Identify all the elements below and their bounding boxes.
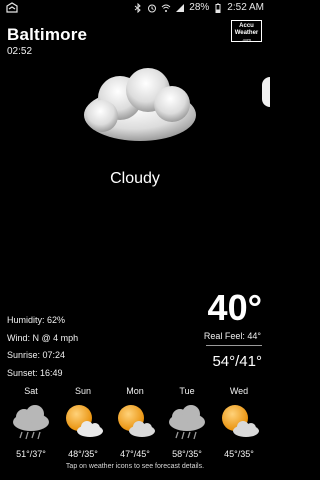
city-name[interactable]: Baltimore <box>7 25 87 45</box>
edge-panel-handle[interactable] <box>262 77 270 107</box>
partly-sunny-icon[interactable] <box>59 402 107 442</box>
cloud-icon[interactable] <box>74 60 206 152</box>
battery-percent: 28% <box>189 2 210 13</box>
sunrise: Sunrise: 07:24 <box>7 350 66 360</box>
divider <box>206 345 262 346</box>
accuweather-logo-line3: .com <box>242 37 251 42</box>
high-low: 54°/41° <box>212 353 262 370</box>
forecast-hint: Tap on weather icons to see forecast det… <box>65 463 205 470</box>
forecast-day-name: Wed <box>229 386 249 396</box>
status-icons: 28% 2:52 AM <box>133 2 264 14</box>
forecast-range: 48°/35° <box>68 449 98 459</box>
notification-icon <box>6 2 18 13</box>
bluetooth-icon <box>134 3 142 13</box>
forecast-day[interactable]: Mon 47°/45° <box>110 385 160 459</box>
accuweather-logo-line2: Weather <box>234 30 259 36</box>
forecast-day-name: Mon <box>126 386 144 396</box>
forecast-day-name: Tue <box>179 386 195 396</box>
forecast-range: 58°/35° <box>172 449 202 459</box>
weather-details: Humidity: 62% Wind: N @ 4 mph Sunrise: 0… <box>7 312 78 382</box>
forecast-day[interactable]: Wed 45°/35° <box>214 385 264 459</box>
real-feel: Real Feel: 44° <box>203 331 261 341</box>
forecast-day[interactable]: Sat 51°/37° <box>6 385 56 459</box>
condition-text: Cloudy <box>110 170 160 187</box>
forecast-range: 47°/45° <box>120 449 150 459</box>
forecast-day-name: Sun <box>74 386 91 396</box>
forecast-range: 51°/37° <box>16 449 46 459</box>
current-temperature: 40° <box>207 287 262 328</box>
weather-screen: 28% 2:52 AM Baltimore 02:52 Accu Weather… <box>0 0 270 480</box>
local-time: 02:52 <box>7 46 33 57</box>
sunset: Sunset: 16:49 <box>7 367 63 378</box>
rain-cloud-icon[interactable] <box>7 402 55 442</box>
accuweather-logo-line1: Accu <box>239 23 254 29</box>
partly-sunny-icon[interactable] <box>111 402 159 442</box>
status-bar: 28% 2:52 AM <box>0 0 270 16</box>
wind: Wind: N @ 4 mph <box>7 332 79 343</box>
battery-icon <box>215 3 221 13</box>
forecast-day-name: Sat <box>24 386 38 396</box>
wifi-icon <box>161 4 171 12</box>
alarm-icon <box>148 4 157 13</box>
forecast-range: 45°/35° <box>224 449 254 459</box>
forecast-strip: Sat 51°/37° Sun 48°/35° Mon 47°/45° Tue … <box>0 385 270 459</box>
humidity: Humidity: 62% <box>7 315 66 325</box>
signal-icon <box>176 4 185 12</box>
accuweather-logo[interactable]: Accu Weather .com <box>231 20 262 42</box>
status-time: 2:52 AM <box>227 2 264 13</box>
rain-cloud-icon[interactable] <box>163 402 211 442</box>
partly-sunny-icon[interactable] <box>215 402 263 442</box>
forecast-day[interactable]: Tue 58°/35° <box>162 385 212 459</box>
forecast-day[interactable]: Sun 48°/35° <box>58 385 108 459</box>
